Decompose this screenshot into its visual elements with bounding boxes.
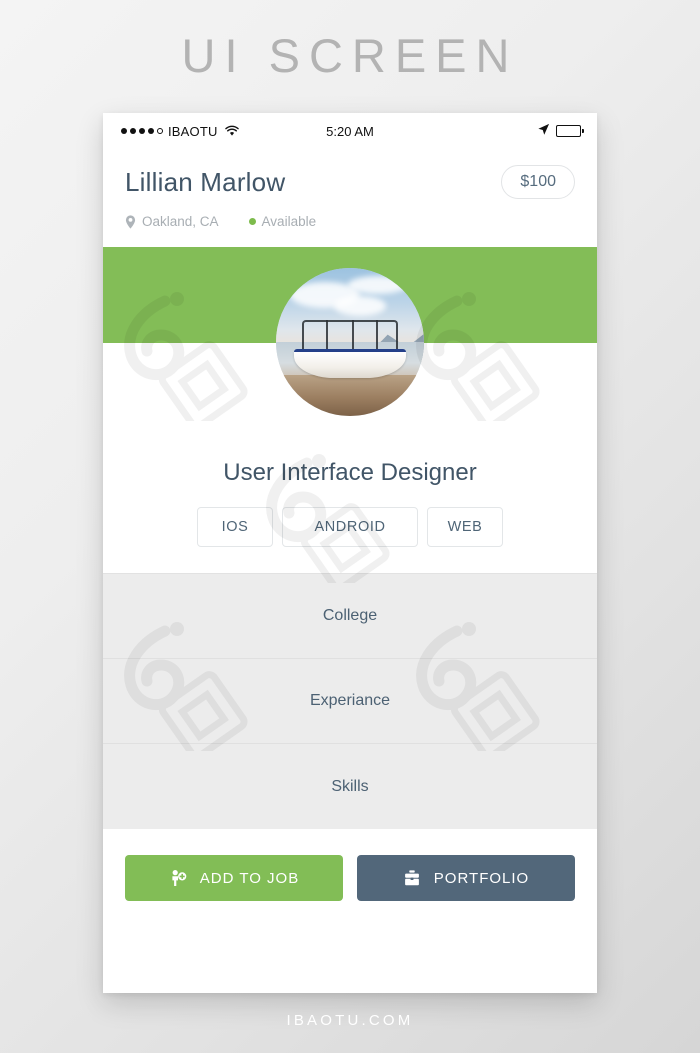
add-person-icon bbox=[169, 869, 187, 887]
profile-meta-row: Oakland, CA Available bbox=[125, 214, 575, 229]
rate-badge[interactable]: $100 bbox=[501, 165, 575, 199]
chip-web[interactable]: WEB bbox=[427, 507, 503, 547]
status-bar: IBAOTU 5:20 AM bbox=[103, 113, 597, 149]
role-section: User Interface Designer IOS ANDROID WEB bbox=[103, 437, 597, 573]
chip-android[interactable]: ANDROID bbox=[282, 507, 418, 547]
list-item-experiance[interactable]: Experiance bbox=[103, 659, 597, 744]
add-to-job-button[interactable]: ADD TO JOB bbox=[125, 855, 343, 901]
add-to-job-label: ADD TO JOB bbox=[199, 869, 300, 887]
profile-header: Lillian Marlow $100 Oakland, CA Availabl… bbox=[103, 149, 597, 247]
chip-ios[interactable]: IOS bbox=[197, 507, 273, 547]
skill-chip-group: IOS ANDROID WEB bbox=[103, 507, 597, 547]
location-meta: Oakland, CA bbox=[125, 214, 219, 229]
availability-label: Available bbox=[261, 214, 317, 229]
portfolio-label: PORTFOLIO bbox=[433, 869, 530, 887]
role-title: User Interface Designer bbox=[223, 459, 477, 486]
name-row: Lillian Marlow $100 bbox=[125, 165, 575, 199]
person-name: Lillian Marlow bbox=[125, 166, 286, 197]
location-arrow-icon bbox=[537, 123, 550, 139]
status-bar-right bbox=[537, 123, 584, 139]
action-bar: ADD TO JOB PORTFOLIO bbox=[103, 829, 597, 927]
avatar[interactable] bbox=[276, 268, 424, 416]
page-title: UI SCREEN bbox=[181, 29, 519, 82]
portfolio-button[interactable]: PORTFOLIO bbox=[357, 855, 575, 901]
location-label: Oakland, CA bbox=[142, 214, 219, 229]
status-bar-time: 5:20 AM bbox=[326, 123, 374, 139]
status-badge bbox=[248, 218, 256, 225]
briefcase-icon bbox=[403, 869, 421, 887]
list-item-skills[interactable]: Skills bbox=[103, 744, 597, 829]
banner-section bbox=[103, 247, 597, 437]
site-watermark-footer: IBAOTU.COM bbox=[286, 1012, 414, 1029]
battery-icon bbox=[556, 125, 584, 137]
phone-mockup: IBAOTU 5:20 AM Lillian Marlow $100 Oakla… bbox=[103, 113, 597, 993]
detail-list: College Experiance Skills bbox=[103, 573, 597, 829]
map-pin-icon bbox=[125, 214, 136, 229]
availability-meta: Available bbox=[248, 214, 317, 229]
list-item-college[interactable]: College bbox=[103, 574, 597, 659]
